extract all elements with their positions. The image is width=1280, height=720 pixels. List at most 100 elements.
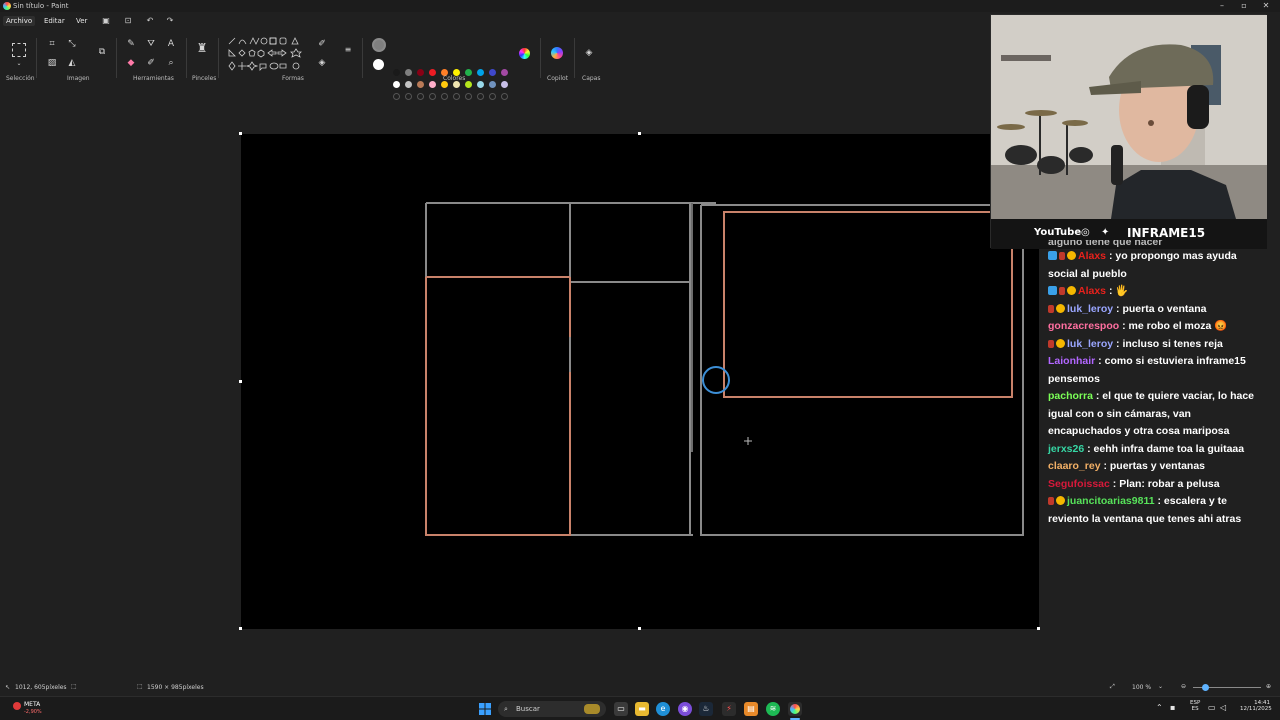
palette-color-swatch[interactable] bbox=[441, 81, 448, 88]
resize-handle-tl[interactable] bbox=[239, 132, 242, 135]
pencil-icon[interactable]: ✎ bbox=[125, 38, 137, 50]
windows-start-icon[interactable] bbox=[478, 702, 492, 716]
app-orange-icon[interactable]: ▤ bbox=[744, 702, 758, 716]
menu-view[interactable]: Ver bbox=[73, 16, 90, 26]
selection-dropdown-icon[interactable]: ⌄ bbox=[13, 58, 25, 70]
palette-color-swatch[interactable] bbox=[453, 81, 460, 88]
undo-icon[interactable]: ↶ bbox=[145, 16, 155, 26]
zoom-dropdown-icon[interactable]: ⌄ bbox=[1158, 683, 1163, 690]
taskbar-search[interactable]: ⌕ Buscar bbox=[498, 701, 606, 717]
custom-color-slot[interactable] bbox=[477, 93, 484, 100]
edge-icon[interactable]: e bbox=[656, 702, 670, 716]
file-explorer-icon[interactable]: ▬ bbox=[635, 702, 649, 716]
chat-username[interactable]: claaro_rey bbox=[1048, 460, 1101, 472]
magnifier-icon[interactable]: ⌕ bbox=[165, 57, 177, 69]
color1-swatch[interactable] bbox=[372, 38, 386, 52]
custom-color-slot[interactable] bbox=[501, 93, 508, 100]
tray-app-icon[interactable]: ▪ bbox=[1170, 703, 1175, 712]
palette-color-swatch[interactable] bbox=[489, 81, 496, 88]
palette-color-swatch[interactable] bbox=[429, 69, 436, 76]
language-indicator[interactable]: ESP ES bbox=[1190, 700, 1200, 712]
save-icon[interactable]: ▣ bbox=[101, 16, 111, 26]
crop-icon[interactable]: ⌗ bbox=[46, 38, 58, 50]
color-picker-icon[interactable]: ✐ bbox=[145, 57, 157, 69]
chat-username[interactable]: Alaxs bbox=[1078, 285, 1106, 297]
chat-username[interactable]: luk_leroy bbox=[1067, 303, 1113, 315]
resize-handle-br[interactable] bbox=[1037, 627, 1040, 630]
menu-file[interactable]: Archivo bbox=[3, 16, 36, 26]
palette-color-swatch[interactable] bbox=[429, 81, 436, 88]
tray-chevron-icon[interactable]: ⌃ bbox=[1156, 703, 1163, 712]
custom-color-slot[interactable] bbox=[453, 93, 460, 100]
share-icon[interactable]: ⊡ bbox=[123, 16, 133, 26]
chat-username[interactable]: jerxs26 bbox=[1048, 443, 1084, 455]
palette-color-swatch[interactable] bbox=[417, 81, 424, 88]
menu-edit[interactable]: Editar bbox=[41, 16, 68, 26]
palette-color-swatch[interactable] bbox=[489, 69, 496, 76]
task-view-icon[interactable]: ▭ bbox=[614, 702, 628, 716]
chat-username[interactable]: pachorra bbox=[1048, 390, 1093, 402]
redo-icon[interactable]: ↷ bbox=[165, 16, 175, 26]
copilot-icon[interactable] bbox=[551, 47, 563, 59]
palette-color-swatch[interactable] bbox=[465, 69, 472, 76]
resize-handle-bottom[interactable] bbox=[638, 627, 641, 630]
stock-widget-icon[interactable] bbox=[13, 702, 21, 710]
close-button[interactable]: ✕ bbox=[1256, 0, 1276, 12]
clock[interactable]: 14:41 12/11/2025 bbox=[1240, 700, 1272, 712]
resize-icon[interactable]: ⤡ bbox=[66, 38, 78, 50]
stroke-size-icon[interactable]: ≡ bbox=[342, 44, 354, 56]
chat-username[interactable]: Alaxs bbox=[1078, 250, 1106, 262]
brush-icon[interactable]: ♜ bbox=[196, 42, 208, 54]
fill-icon[interactable]: ⛛ bbox=[145, 38, 157, 50]
palette-color-swatch[interactable] bbox=[501, 81, 508, 88]
custom-color-slot[interactable] bbox=[405, 93, 412, 100]
zoom-in-icon[interactable]: ⊕ bbox=[1266, 683, 1271, 690]
palette-color-swatch[interactable] bbox=[417, 69, 424, 76]
steam-icon[interactable]: ♨ bbox=[699, 702, 713, 716]
maximize-button[interactable]: ▫ bbox=[1234, 0, 1254, 12]
resize-handle-bl[interactable] bbox=[239, 627, 242, 630]
palette-color-swatch[interactable] bbox=[393, 69, 400, 76]
palette-color-swatch[interactable] bbox=[501, 69, 508, 76]
bg-remove-icon[interactable]: ▨ bbox=[46, 57, 58, 69]
image-select-icon[interactable]: ⧉ bbox=[96, 46, 108, 58]
zoom-level[interactable]: 100 % bbox=[1132, 684, 1151, 691]
minimize-button[interactable]: – bbox=[1212, 0, 1232, 12]
obs-like-icon[interactable]: ⚡ bbox=[722, 702, 736, 716]
custom-color-slot[interactable] bbox=[465, 93, 472, 100]
custom-color-slot[interactable] bbox=[429, 93, 436, 100]
resize-handle-top[interactable] bbox=[638, 132, 641, 135]
network-icon[interactable]: ▭ bbox=[1208, 703, 1216, 712]
palette-color-swatch[interactable] bbox=[393, 81, 400, 88]
paint-taskbar-icon[interactable] bbox=[788, 702, 802, 716]
chat-username[interactable]: juancitoarias9811 bbox=[1067, 495, 1155, 507]
custom-color-slot[interactable] bbox=[489, 93, 496, 100]
custom-color-slot[interactable] bbox=[441, 93, 448, 100]
palette-color-swatch[interactable] bbox=[465, 81, 472, 88]
shapes-gallery[interactable] bbox=[226, 36, 306, 72]
zoom-out-icon[interactable]: ⊖ bbox=[1181, 683, 1186, 690]
drawing-canvas[interactable] bbox=[241, 134, 1039, 629]
palette-color-swatch[interactable] bbox=[477, 81, 484, 88]
outline-icon[interactable]: ✐ bbox=[316, 38, 328, 50]
eraser-icon[interactable]: ◆ bbox=[125, 57, 137, 69]
palette-color-swatch[interactable] bbox=[405, 81, 412, 88]
chat-username[interactable]: Laionhair bbox=[1048, 355, 1095, 367]
spotify-icon[interactable]: ≋ bbox=[766, 702, 780, 716]
palette-color-swatch[interactable] bbox=[405, 69, 412, 76]
color2-swatch[interactable] bbox=[373, 59, 384, 70]
zoom-slider-thumb[interactable] bbox=[1202, 684, 1209, 691]
rotate-icon[interactable]: ◭ bbox=[66, 57, 78, 69]
chat-username[interactable]: Segufoissac bbox=[1048, 478, 1110, 490]
palette-color-swatch[interactable] bbox=[477, 69, 484, 76]
stock-name[interactable]: META bbox=[24, 701, 40, 708]
chat-username[interactable]: gonzacrespoo bbox=[1048, 320, 1119, 332]
text-icon[interactable]: A bbox=[165, 38, 177, 50]
edit-colors-icon[interactable] bbox=[519, 48, 530, 59]
layers-icon[interactable]: ◈ bbox=[583, 47, 595, 59]
discord-icon[interactable]: ◉ bbox=[678, 702, 692, 716]
selection-rect-icon[interactable] bbox=[12, 43, 26, 57]
custom-color-slot[interactable] bbox=[393, 93, 400, 100]
chat-username[interactable]: luk_leroy bbox=[1067, 338, 1113, 350]
custom-color-slot[interactable] bbox=[417, 93, 424, 100]
